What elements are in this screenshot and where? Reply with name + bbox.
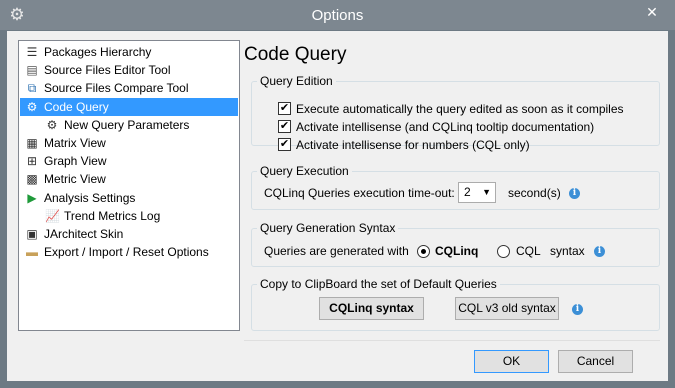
close-button[interactable]: ✕ bbox=[635, 2, 669, 22]
tree-item-source-files-editor-tool[interactable]: ▤ Source Files Editor Tool bbox=[20, 61, 177, 79]
gears-icon: ⚙ bbox=[46, 117, 58, 132]
copy-cql-button[interactable]: CQL v3 old syntax bbox=[455, 297, 559, 320]
tree-item-label: Graph View bbox=[44, 154, 107, 169]
radio-cql-label[interactable]: CQL bbox=[516, 242, 541, 260]
trend-icon: 📈 bbox=[45, 208, 60, 223]
tree-item-label: Export / Import / Reset Options bbox=[44, 245, 209, 260]
checkbox-intellisense[interactable]: ✔ bbox=[278, 120, 291, 133]
syntax-suffix: syntax bbox=[550, 244, 585, 258]
query-syntax-group: Query Generation Syntax Queries are gene… bbox=[251, 221, 660, 267]
clipboard-group: Copy to ClipBoard the set of Default Que… bbox=[251, 277, 660, 331]
radio-cql[interactable] bbox=[497, 245, 510, 258]
tree-item-label: JArchitect Skin bbox=[44, 227, 124, 241]
ok-button[interactable]: OK bbox=[474, 350, 549, 373]
info-icon[interactable]: i bbox=[572, 304, 583, 315]
info-icon[interactable]: i bbox=[569, 188, 580, 199]
query-execution-group: Query Execution CQLinq Queries execution… bbox=[251, 164, 660, 210]
file-editor-icon: ▤ bbox=[26, 63, 38, 78]
option-intellisense-numbers-label: Activate intellisense for numbers (CQL o… bbox=[296, 138, 530, 152]
tree-item-label: Source Files Editor Tool bbox=[44, 63, 171, 78]
page-title: Code Query bbox=[244, 44, 347, 65]
tree-item-analysis-settings[interactable]: ▶ Analysis Settings bbox=[20, 189, 141, 207]
query-edition-legend: Query Edition bbox=[260, 74, 333, 88]
tree-item-graph-view[interactable]: ⊞ Graph View bbox=[20, 152, 112, 170]
window-title: Options bbox=[311, 7, 364, 24]
radio-selected-dot bbox=[421, 249, 426, 254]
tree-item-metric-view[interactable]: ▩ Metric View bbox=[20, 170, 112, 188]
title-bar: ⚙ Options ✕ bbox=[0, 0, 675, 30]
tree-item-label: Metric View bbox=[44, 172, 106, 187]
tree-item-label: Analysis Settings bbox=[44, 190, 136, 205]
tree-item-new-query-parameters[interactable]: ⚙ New Query Parameters bbox=[20, 116, 195, 134]
timeout-value: 2 bbox=[464, 185, 471, 199]
checkbox-auto-execute[interactable]: ✔ bbox=[278, 102, 291, 115]
query-execution-legend: Query Execution bbox=[260, 164, 349, 178]
tree-item-label: Matrix View bbox=[44, 136, 106, 150]
tree-item-export-import-reset-options[interactable]: ▬ Export / Import / Reset Options bbox=[20, 243, 215, 261]
checkbox-intellisense-numbers[interactable]: ✔ bbox=[278, 138, 291, 151]
tree-item-label: Code Query bbox=[44, 99, 109, 114]
timeout-select[interactable]: 2 ▼ bbox=[458, 182, 496, 203]
tree-item-jarchitect-skin[interactable]: ▣ JArchitect Skin bbox=[20, 225, 129, 243]
compare-icon: ⧉ bbox=[27, 81, 37, 96]
tree-item-packages-hierarchy[interactable]: ☰ Packages Hierarchy bbox=[20, 43, 157, 61]
radio-cqlinq-label[interactable]: CQLinq bbox=[435, 242, 478, 260]
tree-item-source-files-compare-tool[interactable]: ⧉ Source Files Compare Tool bbox=[20, 79, 195, 97]
cancel-button[interactable]: Cancel bbox=[558, 350, 633, 373]
options-window: ⚙ Options ✕ ☰ Packages Hierarchy ▤ Source F… bbox=[0, 0, 675, 388]
option-auto-execute-label: Execute automatically the query edited a… bbox=[296, 102, 624, 116]
options-tree: ☰ Packages Hierarchy ▤ Source Files Editor … bbox=[18, 40, 240, 331]
copy-cqlinq-button[interactable]: CQLinq syntax bbox=[319, 297, 424, 320]
footer-separator bbox=[244, 340, 660, 341]
tree-item-label: Source Files Compare Tool bbox=[44, 81, 189, 96]
folder-icon: ▬ bbox=[26, 245, 38, 260]
radio-cqlinq[interactable] bbox=[417, 245, 430, 258]
tree-icon: ☰ bbox=[26, 45, 38, 59]
syntax-prefix: Queries are generated with bbox=[264, 244, 409, 258]
matrix-icon: ▦ bbox=[26, 136, 38, 150]
clipboard-legend: Copy to ClipBoard the set of Default Que… bbox=[260, 277, 497, 291]
tree-item-label: Trend Metrics Log bbox=[64, 208, 161, 223]
tree-item-label: New Query Parameters bbox=[64, 117, 190, 132]
timeout-unit: second(s) bbox=[508, 186, 561, 200]
tree-item-code-query[interactable]: ⚙ Code Query bbox=[20, 97, 238, 116]
option-intellisense-label: Activate intellisense (and CQLinq toolti… bbox=[296, 120, 595, 134]
tree-item-label: Packages Hierarchy bbox=[44, 45, 152, 59]
query-syntax-legend: Query Generation Syntax bbox=[260, 221, 396, 235]
query-edition-group: Query Edition ✔ Execute automatically th… bbox=[251, 74, 660, 152]
graph-icon: ⊞ bbox=[26, 154, 38, 169]
play-icon: ▶ bbox=[27, 190, 37, 205]
dialog-client: ☰ Packages Hierarchy ▤ Source Files Editor … bbox=[7, 31, 668, 381]
gear-icon: ⚙ bbox=[26, 99, 38, 114]
timeout-label: CQLinq Queries execution time-out: bbox=[264, 186, 455, 200]
chevron-down-icon: ▼ bbox=[482, 187, 491, 197]
tree-item-trend-metrics-log[interactable]: 📈 Trend Metrics Log bbox=[20, 207, 166, 225]
tree-item-matrix-view[interactable]: ▦ Matrix View bbox=[20, 134, 112, 152]
skin-icon: ▣ bbox=[26, 227, 38, 241]
info-icon[interactable]: i bbox=[594, 246, 605, 257]
metric-icon: ▩ bbox=[26, 172, 38, 187]
